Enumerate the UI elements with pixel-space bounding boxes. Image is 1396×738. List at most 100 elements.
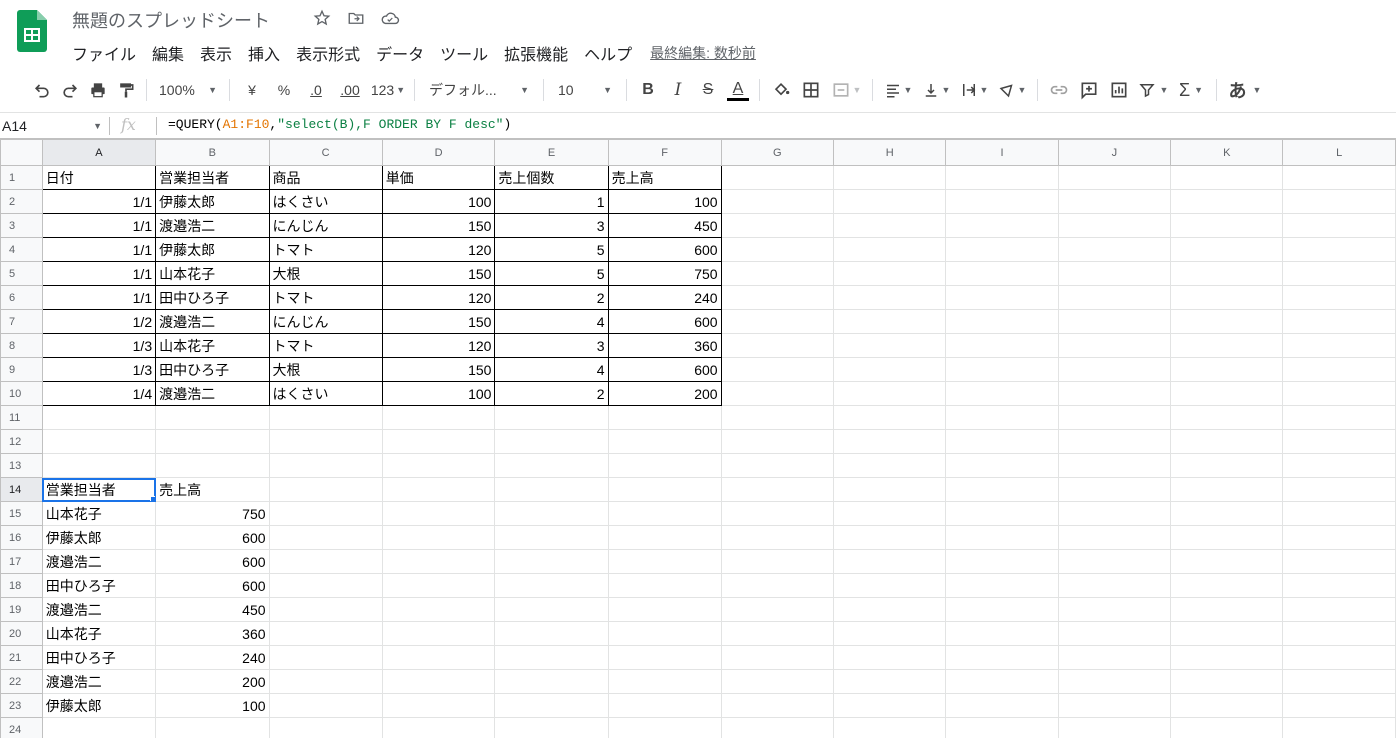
insert-link-icon[interactable] [1044,76,1074,104]
cell-b17[interactable]: 600 [155,549,270,574]
row-header-24[interactable]: 24 [0,717,43,738]
redo-icon[interactable] [56,76,84,104]
menu-data[interactable]: データ [368,39,432,67]
cell-j10[interactable] [1057,381,1172,406]
cell-e7[interactable]: 4 [494,309,609,334]
cell-c1[interactable]: 商品 [268,165,383,190]
cell-h14[interactable] [832,477,947,502]
cell-e18[interactable] [494,573,609,598]
cell-f11[interactable] [607,405,722,430]
cell-b24[interactable] [155,717,270,738]
cell-f13[interactable] [607,453,722,478]
cell-g10[interactable] [720,381,834,406]
cell-f19[interactable] [607,597,722,622]
cell-i15[interactable] [945,501,1059,526]
cell-j23[interactable] [1057,693,1172,718]
cell-g21[interactable] [720,645,834,670]
cell-f15[interactable] [607,501,722,526]
cell-l4[interactable] [1282,237,1396,262]
row-header-17[interactable]: 17 [0,549,43,574]
cell-j19[interactable] [1057,597,1172,622]
cell-a6[interactable]: 1/1 [41,285,157,310]
cell-f14[interactable] [607,477,722,502]
cell-k18[interactable] [1170,573,1284,598]
cell-j14[interactable] [1057,477,1172,502]
cell-l22[interactable] [1282,669,1396,694]
cell-k6[interactable] [1170,285,1284,310]
cell-h9[interactable] [832,357,947,382]
cell-j1[interactable] [1057,165,1172,190]
cell-a22[interactable]: 渡邉浩二 [41,669,157,694]
fill-handle[interactable] [150,496,155,501]
cell-j24[interactable] [1057,717,1172,738]
cell-g1[interactable] [720,165,834,190]
menu-extensions[interactable]: 拡張機能 [496,39,576,67]
cell-e3[interactable]: 3 [494,213,609,238]
cell-e19[interactable] [494,597,609,622]
cell-b10[interactable]: 渡邉浩二 [155,381,270,406]
cell-b14[interactable]: 売上高 [155,477,270,502]
cell-k13[interactable] [1170,453,1284,478]
cell-a15[interactable]: 山本花子 [41,501,157,526]
cell-g12[interactable] [720,429,834,454]
cell-a2[interactable]: 1/1 [41,189,157,214]
cell-g24[interactable] [720,717,834,738]
row-header-3[interactable]: 3 [0,213,43,238]
cell-c12[interactable] [268,429,383,454]
filter-icon[interactable]: ▼ [1134,76,1172,104]
cell-g20[interactable] [720,621,834,646]
cell-g7[interactable] [720,309,834,334]
cell-h23[interactable] [832,693,947,718]
column-header-f[interactable]: F [607,139,722,166]
cell-a24[interactable] [41,717,157,738]
cell-f22[interactable] [607,669,722,694]
cell-g5[interactable] [720,261,834,286]
cell-e24[interactable] [494,717,609,738]
cell-k11[interactable] [1170,405,1284,430]
bold-button[interactable]: B [633,76,663,104]
vertical-align-icon[interactable]: ▼ [917,76,955,104]
cell-k23[interactable] [1170,693,1284,718]
cell-d22[interactable] [381,669,496,694]
cell-g6[interactable] [720,285,834,310]
cloud-saved-icon[interactable] [380,8,400,28]
column-header-h[interactable]: H [832,139,947,166]
cell-f12[interactable] [607,429,722,454]
cell-a11[interactable] [41,405,157,430]
cell-h18[interactable] [832,573,947,598]
row-header-8[interactable]: 8 [0,333,43,358]
row-header-13[interactable]: 13 [0,453,43,478]
menu-view[interactable]: 表示 [192,39,240,67]
cell-l18[interactable] [1282,573,1396,598]
row-header-4[interactable]: 4 [0,237,43,262]
cell-b3[interactable]: 渡邉浩二 [155,213,270,238]
cell-c11[interactable] [268,405,383,430]
last-edit-link[interactable]: 最終編集: 数秒前 [650,43,756,63]
cell-f23[interactable] [607,693,722,718]
cell-e16[interactable] [494,525,609,550]
cell-k4[interactable] [1170,237,1284,262]
cell-a23[interactable]: 伊藤太郎 [41,693,157,718]
cell-l16[interactable] [1282,525,1396,550]
cell-k7[interactable] [1170,309,1284,334]
cell-e22[interactable] [494,669,609,694]
cell-l6[interactable] [1282,285,1396,310]
cell-h4[interactable] [832,237,947,262]
undo-icon[interactable] [28,76,56,104]
cell-i10[interactable] [945,381,1059,406]
cell-k5[interactable] [1170,261,1284,286]
cell-c4[interactable]: トマト [268,237,383,262]
cell-a3[interactable]: 1/1 [41,213,157,238]
cell-j15[interactable] [1057,501,1172,526]
cell-j7[interactable] [1057,309,1172,334]
row-header-20[interactable]: 20 [0,621,43,646]
cell-j6[interactable] [1057,285,1172,310]
cell-g9[interactable] [720,357,834,382]
cell-k17[interactable] [1170,549,1284,574]
cell-h17[interactable] [832,549,947,574]
cell-l3[interactable] [1282,213,1396,238]
cell-f10[interactable]: 200 [607,381,722,406]
cell-h13[interactable] [832,453,947,478]
cell-i6[interactable] [945,285,1059,310]
cell-h8[interactable] [832,333,947,358]
